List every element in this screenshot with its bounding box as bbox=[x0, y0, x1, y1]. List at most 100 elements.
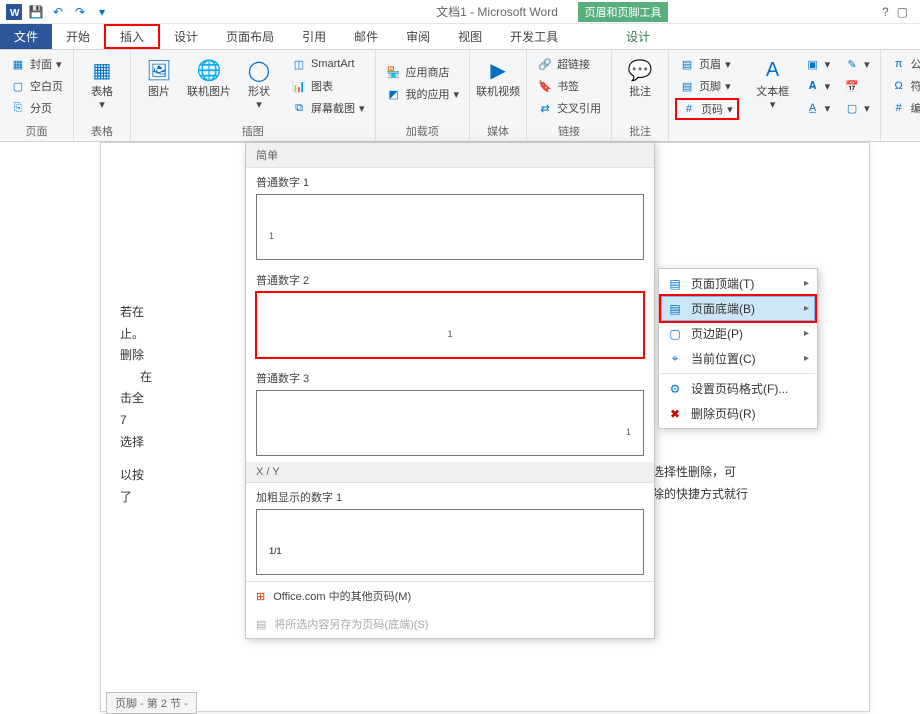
chart-button[interactable]: 📊图表 bbox=[287, 76, 369, 96]
group-label: 批注 bbox=[618, 121, 662, 141]
symbol-button[interactable]: Ω符号 ▾ bbox=[887, 76, 920, 96]
screenshot-button[interactable]: ⧉屏幕截图 ▾ bbox=[287, 98, 369, 118]
tab-review[interactable]: 审阅 bbox=[392, 24, 444, 49]
title-bar: W 💾 ↶ ↷ ▾ 文档1 - Microsoft Word 页眉和页脚工具 ?… bbox=[0, 0, 920, 24]
gallery-item-label: 加粗显示的数字 1 bbox=[246, 483, 654, 507]
footer-button[interactable]: ▤页脚 ▾ bbox=[675, 76, 739, 96]
gallery-item[interactable]: 普通数字 3 1 bbox=[246, 364, 654, 456]
table-button[interactable]: ▦表格▾ bbox=[80, 54, 124, 112]
equation-icon: π bbox=[891, 56, 907, 72]
drop-cap-button[interactable]: A̲▾ bbox=[801, 98, 835, 118]
object-button[interactable]: ▢▾ bbox=[840, 98, 874, 118]
group-label bbox=[675, 125, 739, 141]
ribbon-tabs: 文件 开始 插入 设计 页面布局 引用 邮件 审阅 视图 开发工具 设计 bbox=[0, 24, 920, 50]
my-apps-button[interactable]: ◩我的应用 ▾ bbox=[382, 84, 464, 104]
tab-developer[interactable]: 开发工具 bbox=[496, 24, 572, 49]
online-video-button[interactable]: ▶联机视频 bbox=[476, 54, 520, 99]
save-icon[interactable]: 💾 bbox=[26, 2, 46, 22]
store-button[interactable]: 🏪应用商店 bbox=[382, 62, 464, 82]
gallery-item[interactable]: 加粗显示的数字 1 1/1 bbox=[246, 483, 654, 575]
chart-icon: 📊 bbox=[291, 78, 307, 94]
group-label: 链接 bbox=[533, 121, 605, 141]
cover-page-button[interactable]: ▦封面 ▾ bbox=[6, 54, 67, 74]
quick-access-toolbar: W 💾 ↶ ↷ ▾ bbox=[4, 2, 112, 22]
submenu-top-of-page[interactable]: ▤页面顶端(T)▸ bbox=[661, 271, 815, 296]
submenu-format-page-numbers[interactable]: ⚙设置页码格式(F)... bbox=[661, 376, 815, 401]
blank-page-button[interactable]: ▢空白页 bbox=[6, 76, 67, 96]
tab-home[interactable]: 开始 bbox=[52, 24, 104, 49]
submenu-bottom-of-page[interactable]: ▤页面底端(B)▸ bbox=[661, 296, 815, 321]
my-apps-icon: ◩ bbox=[386, 86, 402, 102]
page-top-icon: ▤ bbox=[667, 276, 683, 292]
crossref-icon: ⇄ bbox=[537, 100, 553, 116]
submenu-remove-page-numbers[interactable]: ✖删除页码(R) bbox=[661, 401, 815, 426]
equation-button[interactable]: π公式 ▾ bbox=[887, 54, 920, 74]
page-number-icon: # bbox=[681, 101, 697, 117]
format-icon: ⚙ bbox=[667, 381, 683, 397]
page-bottom-icon: ▤ bbox=[667, 301, 683, 317]
save-selection-icon: ▤ bbox=[256, 618, 266, 631]
page-number-button[interactable]: #页码 ▾ bbox=[675, 98, 739, 120]
tab-layout[interactable]: 页面布局 bbox=[212, 24, 288, 49]
tab-file[interactable]: 文件 bbox=[0, 24, 52, 49]
group-text: A文本框▾ ▣▾ 𝐀▾ A̲▾ ✎▾ 📅 ▢▾ bbox=[745, 50, 881, 141]
header-button[interactable]: ▤页眉 ▾ bbox=[675, 54, 739, 74]
shapes-button[interactable]: ◯形状▾ bbox=[237, 54, 281, 112]
cross-reference-button[interactable]: ⇄交叉引用 bbox=[533, 98, 605, 118]
group-header-footer: ▤页眉 ▾ ▤页脚 ▾ #页码 ▾ bbox=[669, 50, 745, 141]
undo-icon[interactable]: ↶ bbox=[48, 2, 68, 22]
contextual-tab-title: 页眉和页脚工具 bbox=[578, 2, 668, 22]
gallery-item[interactable]: 普通数字 1 1 bbox=[246, 168, 654, 260]
bookmark-button[interactable]: 🔖书签 bbox=[533, 76, 605, 96]
date-time-button[interactable]: 📅 bbox=[840, 76, 874, 96]
svg-text:W: W bbox=[10, 8, 20, 19]
word-app-icon[interactable]: W bbox=[4, 2, 24, 22]
office-icon: ⊞ bbox=[256, 590, 265, 603]
quick-parts-button[interactable]: ▣▾ bbox=[801, 54, 835, 74]
wordart-button[interactable]: 𝐀▾ bbox=[801, 76, 835, 96]
redo-icon[interactable]: ↷ bbox=[70, 2, 90, 22]
page-break-icon: ⎘ bbox=[10, 100, 26, 116]
store-icon: 🏪 bbox=[386, 64, 402, 80]
pictures-button[interactable]: 🖼图片 bbox=[137, 54, 181, 99]
submenu-page-margins[interactable]: ▢页边距(P)▸ bbox=[661, 321, 815, 346]
drop-cap-icon: A̲ bbox=[805, 100, 821, 116]
online-pictures-icon: 🌐 bbox=[193, 54, 225, 86]
video-icon: ▶ bbox=[482, 54, 514, 86]
gallery-item-label: 普通数字 2 bbox=[246, 266, 654, 290]
gallery-item-label: 普通数字 1 bbox=[246, 168, 654, 192]
number-button[interactable]: #编号 bbox=[887, 98, 920, 118]
textbox-button[interactable]: A文本框▾ bbox=[751, 54, 795, 112]
cursor-position-icon: ⌖ bbox=[667, 351, 683, 367]
qat-customize-icon[interactable]: ▾ bbox=[92, 2, 112, 22]
tab-mailings[interactable]: 邮件 bbox=[340, 24, 392, 49]
help-icon[interactable]: ? bbox=[882, 5, 889, 19]
tab-references[interactable]: 引用 bbox=[288, 24, 340, 49]
smartart-button[interactable]: ◫SmartArt bbox=[287, 54, 369, 74]
gallery-more-from-office[interactable]: ⊞Office.com 中的其他页码(M) bbox=[246, 582, 654, 610]
chevron-right-icon: ▸ bbox=[804, 278, 809, 289]
page-margin-icon: ▢ bbox=[667, 326, 683, 342]
textbox-icon: A bbox=[757, 54, 789, 86]
quick-parts-icon: ▣ bbox=[805, 56, 821, 72]
tab-view[interactable]: 视图 bbox=[444, 24, 496, 49]
hyperlink-button[interactable]: 🔗超链接 bbox=[533, 54, 605, 74]
online-pictures-button[interactable]: 🌐联机图片 bbox=[187, 54, 231, 99]
tab-design[interactable]: 设计 bbox=[160, 24, 212, 49]
tab-context-design[interactable]: 设计 bbox=[612, 24, 664, 49]
gallery-save-selection: ▤将所选内容另存为页码(底端)(S) bbox=[246, 610, 654, 638]
comment-button[interactable]: 💬批注 bbox=[618, 54, 662, 99]
smartart-icon: ◫ bbox=[291, 56, 307, 72]
signature-icon: ✎ bbox=[844, 56, 860, 72]
hyperlink-icon: 🔗 bbox=[537, 56, 553, 72]
page-break-button[interactable]: ⎘分页 bbox=[6, 98, 67, 118]
group-label: 表格 bbox=[80, 121, 124, 141]
tab-insert[interactable]: 插入 bbox=[104, 24, 160, 49]
gallery-item[interactable]: 普通数字 2 1 bbox=[246, 266, 654, 358]
signature-button[interactable]: ✎▾ bbox=[840, 54, 874, 74]
footer-section-tag[interactable]: 页脚 - 第 2 节 - bbox=[106, 692, 197, 714]
ribbon-display-icon[interactable]: ▢ bbox=[897, 5, 908, 19]
gallery-item-label: 普通数字 3 bbox=[246, 364, 654, 388]
submenu-current-position[interactable]: ⌖当前位置(C)▸ bbox=[661, 346, 815, 371]
group-label bbox=[887, 125, 920, 141]
